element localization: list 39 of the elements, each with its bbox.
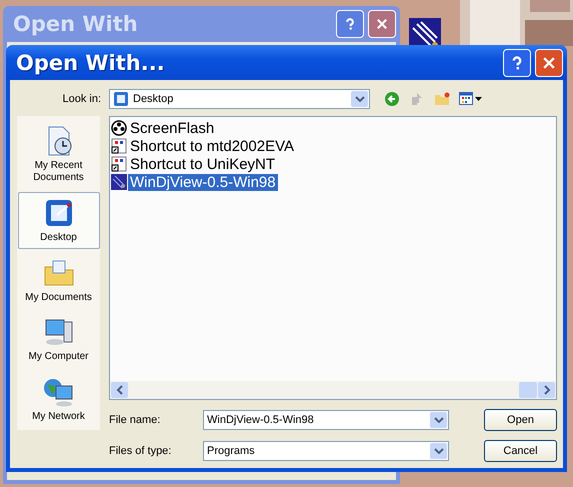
file-item[interactable]: WinDjView-0.5-Win98 — [111, 173, 555, 191]
open-button[interactable]: Open — [484, 409, 557, 431]
help-button[interactable] — [336, 10, 364, 38]
close-button[interactable] — [535, 48, 563, 76]
desktop-icon — [113, 91, 129, 107]
chevron-right-icon — [542, 385, 550, 395]
file-name-label: File name: — [109, 414, 162, 426]
place-item[interactable]: Desktop — [18, 192, 100, 249]
close-icon — [375, 17, 389, 31]
place-item[interactable]: My Recent Documents — [18, 120, 100, 189]
globe-computer-icon — [42, 376, 74, 408]
horizontal-scrollbar[interactable] — [110, 381, 556, 399]
file-type-dropdown[interactable]: Programs — [203, 441, 449, 461]
close-icon — [541, 54, 557, 70]
file-item[interactable]: Shortcut to mtd2002EVA — [111, 137, 555, 155]
window-title: Open With... — [16, 50, 165, 74]
chevron-left-icon — [116, 385, 124, 395]
view-menu-icon[interactable] — [459, 91, 483, 107]
back-icon[interactable] — [384, 91, 400, 107]
question-mark-icon — [343, 17, 357, 31]
cancel-button[interactable]: Cancel — [484, 440, 557, 462]
app-icon — [111, 174, 127, 190]
scroll-left-button[interactable] — [111, 382, 128, 398]
window-title: Open With — [13, 12, 138, 36]
look-in-label: Look in: — [61, 93, 102, 105]
file-item[interactable]: ScreenFlash — [111, 119, 555, 137]
scroll-right-button[interactable] — [538, 382, 555, 398]
shortcut-icon[interactable] — [409, 18, 441, 45]
place-item[interactable]: My Documents — [18, 252, 100, 308]
place-item[interactable]: My Computer — [18, 311, 100, 368]
help-button[interactable] — [503, 48, 531, 76]
new-folder-icon[interactable] — [434, 91, 450, 107]
place-item[interactable]: My Network — [18, 371, 100, 428]
file-name-field[interactable]: WinDjView-0.5-Win98 — [203, 410, 449, 430]
close-button[interactable] — [368, 10, 396, 38]
file-item[interactable]: Shortcut to UniKeyNT — [111, 155, 555, 173]
file-type-label: Files of type: — [109, 445, 172, 457]
scroll-thumb[interactable] — [519, 382, 537, 398]
look-in-dropdown[interactable]: Desktop — [109, 89, 370, 109]
